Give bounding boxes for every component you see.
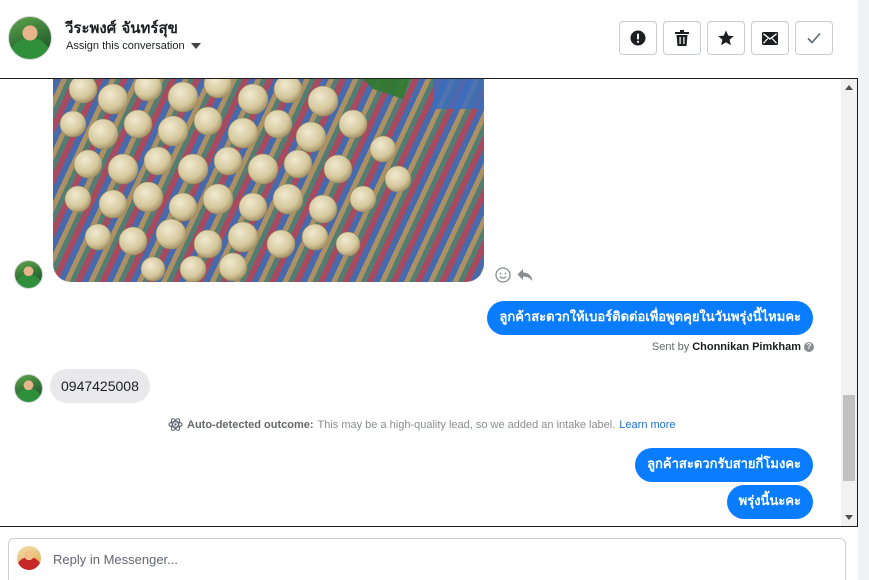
auto-detected-outcome: Auto-detected outcome: This may be a hig…	[168, 417, 676, 432]
sent-by-prefix: Sent by	[651, 341, 690, 353]
contact-name[interactable]: วีระพงศ์ จันทร์สุข	[65, 16, 178, 40]
checkmark-icon	[807, 32, 821, 44]
contact-avatar-small[interactable]	[14, 374, 43, 403]
contact-avatar[interactable]	[8, 16, 52, 60]
auto-outcome-text: This may be a high-quality lead, so we a…	[317, 418, 616, 431]
atom-icon	[168, 418, 183, 431]
reply-arrow-icon[interactable]	[517, 268, 533, 282]
outgoing-message[interactable]: พรุ่งนี้นะคะ	[726, 485, 813, 519]
message-actions	[495, 267, 533, 283]
longan-photo-image	[59, 79, 484, 282]
reply-input[interactable]: Reply in Messenger...	[53, 552, 178, 567]
alert-circle-icon	[630, 30, 646, 46]
learn-more-link[interactable]: Learn more	[619, 419, 675, 431]
assign-conversation-dropdown[interactable]: Assign this conversation	[66, 40, 201, 52]
sent-by-line: Sent by Chonnikan Pimkham ?	[652, 341, 814, 353]
page-edge	[858, 0, 869, 580]
contact-avatar-small[interactable]	[14, 260, 43, 289]
star-button[interactable]	[707, 21, 745, 55]
conversation-header: วีระพงศ์ จันทร์สุข Assign this conversat…	[0, 0, 858, 78]
incoming-message[interactable]: 0947425008	[50, 369, 150, 403]
trash-icon	[675, 30, 689, 46]
assign-label: Assign this conversation	[66, 40, 185, 52]
mark-done-button[interactable]	[795, 21, 833, 55]
emoji-react-icon[interactable]	[495, 267, 511, 283]
thread-scrollbar[interactable]	[841, 79, 857, 526]
reply-composer[interactable]: Reply in Messenger...	[8, 538, 846, 580]
outgoing-message[interactable]: ลูกค้าสะดวกให้เบอร์ติดต่อเพื่อพูดคุยในวั…	[487, 301, 813, 335]
scroll-up-arrow-icon[interactable]	[845, 85, 853, 90]
auto-outcome-label: Auto-detected outcome:	[187, 418, 314, 431]
scroll-down-arrow-icon[interactable]	[845, 515, 853, 520]
longan-photo-message[interactable]	[53, 79, 484, 282]
help-icon[interactable]: ?	[804, 342, 814, 352]
star-icon	[718, 30, 734, 46]
envelope-icon	[762, 31, 778, 45]
outgoing-message[interactable]: ลูกค้าสะดวกรับสายกี่โมงคะ	[635, 448, 813, 482]
scroll-thumb[interactable]	[843, 395, 855, 481]
sent-by-agent: Chonnikan Pimkham	[692, 341, 801, 353]
page-avatar	[17, 546, 41, 570]
mark-spam-button[interactable]	[619, 21, 657, 55]
chevron-down-icon	[190, 43, 201, 49]
message-thread[interactable]: ลูกค้าสะดวกให้เบอร์ติดต่อเพื่อพูดคุยในวั…	[0, 78, 858, 527]
delete-button[interactable]	[663, 21, 701, 55]
conversation-actions	[619, 21, 833, 55]
mark-unread-button[interactable]	[751, 21, 789, 55]
